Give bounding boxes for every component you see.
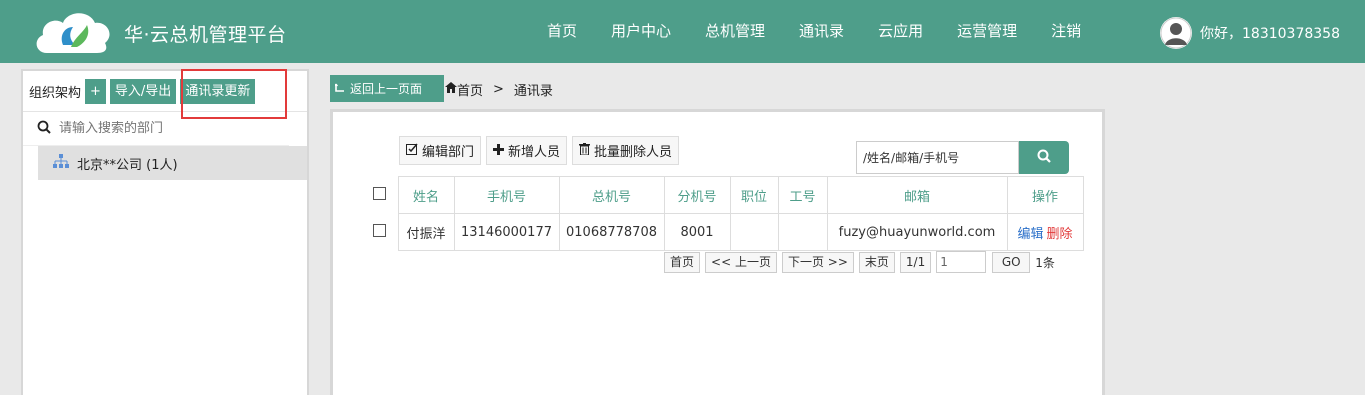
nav-switchboard[interactable]: 总机管理 <box>688 0 782 63</box>
logo-icon <box>33 5 113 57</box>
page-info: 1/1 <box>899 251 932 273</box>
add-person-label: 新增人员 <box>508 145 561 160</box>
brand-title: 华·云总机管理平台 <box>124 24 287 46</box>
batch-delete-button[interactable]: 批量删除人员 <box>572 136 680 165</box>
nav-user-center[interactable]: 用户中心 <box>594 0 688 63</box>
plus-icon <box>493 143 505 158</box>
col-main-number: 总机号 <box>558 176 665 214</box>
search-icon <box>37 120 51 138</box>
row-checkbox[interactable] <box>372 223 386 237</box>
select-all-cell <box>361 177 398 214</box>
row-select-cell <box>361 214 398 251</box>
back-button[interactable]: 返回上一页面 <box>330 75 444 102</box>
edit-dept-label: 编辑部门 <box>422 145 475 160</box>
edit-dept-button[interactable]: 编辑部门 <box>399 136 482 165</box>
breadcrumb-current: 通讯录 <box>513 84 553 99</box>
search-icon <box>1037 149 1051 167</box>
next-page-button[interactable]: 下一页 >> <box>781 251 854 273</box>
first-page-button[interactable]: 首页 <box>664 251 701 273</box>
avatar-icon[interactable] <box>1160 17 1192 49</box>
table-row: 付振洋 13146000177 01068778708 8001 fuzy@hu… <box>361 213 1084 251</box>
col-actions: 操作 <box>1006 176 1084 214</box>
last-page-button[interactable]: 末页 <box>858 251 895 273</box>
add-org-button[interactable]: + <box>85 78 106 104</box>
breadcrumb: 首页 > 通讯录 <box>445 80 553 99</box>
org-chart-icon <box>53 154 69 172</box>
col-employee-id: 工号 <box>777 176 828 214</box>
col-email: 邮箱 <box>826 176 1008 214</box>
org-toolbar: 组织架构 + 导入/导出 通讯录更新 <box>23 71 307 112</box>
user-info: 你好，18310378358 <box>1160 17 1340 49</box>
cell-name: 付振洋 <box>397 213 455 251</box>
col-name: 姓名 <box>397 176 455 214</box>
breadcrumb-home[interactable]: 首页 <box>457 80 483 99</box>
trash-icon <box>579 143 591 158</box>
member-search-input[interactable] <box>856 141 1019 174</box>
select-all-checkbox[interactable] <box>372 186 386 200</box>
cell-employee-id <box>777 213 828 251</box>
delete-row-link[interactable]: 删除 <box>1047 227 1073 242</box>
top-bar: 华·云总机管理平台 首页 用户中心 总机管理 通讯录 云应用 运营管理 注销 你… <box>0 0 1365 63</box>
col-mobile: 手机号 <box>453 176 560 214</box>
main-nav: 首页 用户中心 总机管理 通讯录 云应用 运营管理 注销 <box>530 0 1098 63</box>
dept-search <box>23 112 289 146</box>
record-count: 1条 <box>1035 255 1055 270</box>
prev-page-button[interactable]: << 上一页 <box>705 251 777 273</box>
page-number-input[interactable] <box>936 251 987 273</box>
cell-email: fuzy@huayunworld.com <box>826 213 1008 251</box>
nav-operations[interactable]: 运营管理 <box>940 0 1034 63</box>
nav-logout[interactable]: 注销 <box>1034 0 1098 63</box>
nav-contacts[interactable]: 通讯录 <box>782 0 861 63</box>
edit-row-link[interactable]: 编辑 <box>1017 227 1043 242</box>
contacts-table: 姓名 手机号 总机号 分机号 职位 工号 邮箱 操作 付振洋 131460001… <box>361 176 1084 251</box>
org-tree-node[interactable]: 北京**公司 (1人) <box>38 146 307 180</box>
cell-position <box>729 213 779 251</box>
table-header-row: 姓名 手机号 总机号 分机号 职位 工号 邮箱 操作 <box>361 176 1084 214</box>
col-extension: 分机号 <box>663 176 731 214</box>
back-button-label: 返回上一页面 <box>350 82 423 96</box>
cell-mobile: 13146000177 <box>453 213 560 251</box>
org-panel: 组织架构 + 导入/导出 通讯录更新 北京**公司 (1人) <box>21 69 309 395</box>
org-tree-label: 北京**公司 (1人) <box>77 157 178 173</box>
add-person-button[interactable]: 新增人员 <box>486 136 568 165</box>
edit-icon <box>406 143 418 158</box>
dept-search-input[interactable] <box>59 121 259 136</box>
greeting-text: 你好，18310378358 <box>1200 26 1340 42</box>
col-position: 职位 <box>729 176 779 214</box>
cell-main-number: 01068778708 <box>558 213 665 251</box>
nav-home[interactable]: 首页 <box>530 0 594 63</box>
cell-actions: 编辑 删除 <box>1006 213 1084 251</box>
return-icon <box>334 82 345 96</box>
contacts-panel: 编辑部门 新增人员 批量删除人员 姓名 手机号 总机号 分机 <box>330 109 1105 395</box>
nav-cloud-apps[interactable]: 云应用 <box>861 0 940 63</box>
action-toolbar: 编辑部门 新增人员 批量删除人员 <box>399 136 684 165</box>
pagination: 首页 << 上一页 下一页 >> 末页 1/1 GO 1条 <box>664 251 1055 273</box>
breadcrumb-separator: > <box>493 82 504 97</box>
home-icon <box>445 82 457 97</box>
org-label: 组织架构 <box>29 85 82 101</box>
contacts-update-button[interactable]: 通讯录更新 <box>180 78 256 104</box>
go-button[interactable]: GO <box>992 251 1031 273</box>
cell-extension: 8001 <box>663 213 731 251</box>
import-export-button[interactable]: 导入/导出 <box>109 78 177 104</box>
search-button[interactable] <box>1019 141 1069 174</box>
batch-delete-label: 批量删除人员 <box>594 145 673 160</box>
